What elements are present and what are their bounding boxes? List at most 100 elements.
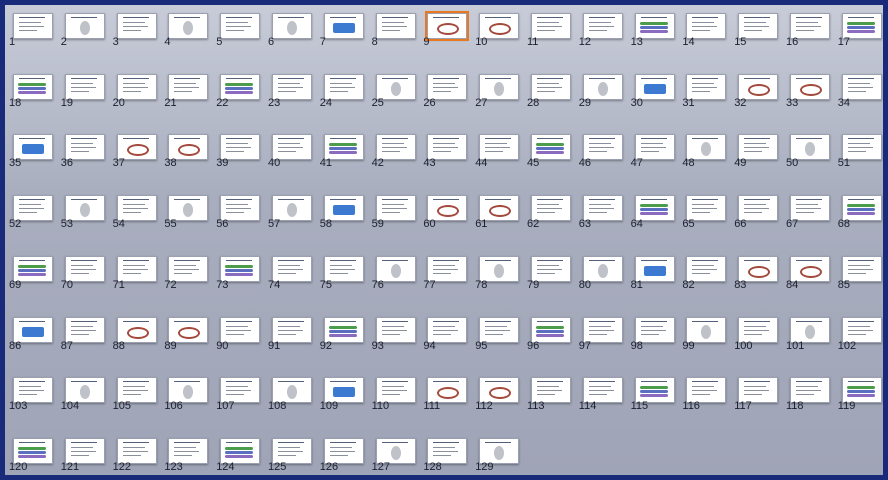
- slide-thumbnail[interactable]: [531, 255, 571, 282]
- slide-thumbnail[interactable]: [220, 73, 261, 100]
- slide-53[interactable]: 53: [61, 193, 113, 253]
- slide-105[interactable]: 105: [113, 375, 165, 435]
- slide-thumbnail[interactable]: [841, 255, 882, 282]
- slide-thumbnail[interactable]: [272, 316, 312, 343]
- slide-thumbnail[interactable]: [116, 255, 157, 282]
- slide-30[interactable]: 30: [631, 72, 683, 132]
- slide-thumbnail[interactable]: [634, 255, 675, 282]
- slide-113[interactable]: 113: [527, 375, 579, 435]
- slide-thumbnail[interactable]: [13, 13, 53, 39]
- slide-54[interactable]: 54: [113, 193, 165, 253]
- slide-90[interactable]: 90: [216, 315, 268, 375]
- slide-33[interactable]: 33: [786, 72, 838, 132]
- slide-29[interactable]: 29: [579, 72, 631, 132]
- slide-thumbnail[interactable]: [375, 255, 416, 282]
- slide-49[interactable]: 49: [734, 132, 786, 192]
- slide-129[interactable]: 129: [475, 436, 527, 475]
- slide-92[interactable]: 92: [320, 315, 372, 375]
- slide-thumbnail[interactable]: [582, 316, 623, 343]
- slide-67[interactable]: 67: [786, 193, 838, 253]
- slide-24[interactable]: 24: [320, 72, 372, 132]
- slide-thumbnail[interactable]: [686, 255, 727, 282]
- slide-13[interactable]: 13: [631, 11, 683, 71]
- slide-thumbnail[interactable]: [323, 316, 364, 343]
- slide-37[interactable]: 37: [113, 132, 165, 192]
- slide-64[interactable]: 64: [631, 193, 683, 253]
- slide-56[interactable]: 56: [216, 193, 268, 253]
- slide-thumbnail[interactable]: [116, 316, 157, 343]
- slide-40[interactable]: 40: [268, 132, 320, 192]
- slide-6[interactable]: 6: [268, 11, 320, 71]
- slide-20[interactable]: 20: [113, 72, 165, 132]
- slide-thumbnail[interactable]: [427, 316, 468, 343]
- slide-thumbnail-grid[interactable]: 1 2 3 4 5 6 7 8 9 10 11 12 13 14 15 16 17 18 19 20 21 22 23 24 2…: [5, 5, 883, 475]
- slide-thumbnail[interactable]: [531, 73, 571, 100]
- slide-61[interactable]: 61: [475, 193, 527, 253]
- slide-75[interactable]: 75: [320, 254, 372, 314]
- slide-78[interactable]: 78: [475, 254, 527, 314]
- slide-28[interactable]: 28: [527, 72, 579, 132]
- slide-63[interactable]: 63: [579, 193, 631, 253]
- slide-thumbnail[interactable]: [116, 73, 157, 100]
- slide-97[interactable]: 97: [579, 315, 631, 375]
- slide-thumbnail[interactable]: [427, 437, 468, 464]
- slide-32[interactable]: 32: [734, 72, 786, 132]
- slide-39[interactable]: 39: [216, 132, 268, 192]
- slide-9[interactable]: 9: [423, 11, 475, 71]
- slide-81[interactable]: 81: [631, 254, 683, 314]
- slide-21[interactable]: 21: [164, 72, 216, 132]
- slide-125[interactable]: 125: [268, 436, 320, 475]
- slide-11[interactable]: 11: [527, 11, 579, 71]
- slide-122[interactable]: 122: [113, 436, 165, 475]
- slide-thumbnail[interactable]: [323, 437, 364, 464]
- slide-thumbnail[interactable]: [634, 316, 675, 343]
- slide-93[interactable]: 93: [372, 315, 424, 375]
- slide-thumbnail[interactable]: [582, 73, 623, 100]
- slide-99[interactable]: 99: [682, 315, 734, 375]
- slide-106[interactable]: 106: [164, 375, 216, 435]
- slide-22[interactable]: 22: [216, 72, 268, 132]
- slide-thumbnail[interactable]: [375, 316, 416, 343]
- slide-thumbnail[interactable]: [116, 13, 157, 39]
- slide-thumbnail[interactable]: [790, 73, 830, 100]
- slide-2[interactable]: 2: [61, 11, 113, 71]
- slide-15[interactable]: 15: [734, 11, 786, 71]
- slide-76[interactable]: 76: [372, 254, 424, 314]
- slide-thumbnail[interactable]: [375, 13, 416, 39]
- slide-80[interactable]: 80: [579, 254, 631, 314]
- slide-thumbnail[interactable]: [13, 73, 53, 100]
- slide-35[interactable]: 35: [9, 132, 61, 192]
- slide-59[interactable]: 59: [372, 193, 424, 253]
- slide-thumbnail[interactable]: [13, 255, 53, 282]
- slide-3[interactable]: 3: [113, 11, 165, 71]
- slide-thumbnail[interactable]: [13, 316, 53, 343]
- slide-41[interactable]: 41: [320, 132, 372, 192]
- slide-thumbnail[interactable]: [116, 437, 157, 464]
- slide-thumbnail[interactable]: [323, 255, 364, 282]
- slide-thumbnail[interactable]: [738, 73, 779, 100]
- slide-117[interactable]: 117: [734, 375, 786, 435]
- slide-23[interactable]: 23: [268, 72, 320, 132]
- slide-thumbnail[interactable]: [790, 255, 830, 282]
- slide-102[interactable]: 102: [838, 315, 883, 375]
- slide-94[interactable]: 94: [423, 315, 475, 375]
- slide-thumbnail[interactable]: [427, 255, 468, 282]
- slide-16[interactable]: 16: [786, 11, 838, 71]
- slide-thumbnail[interactable]: [168, 73, 209, 100]
- slide-10[interactable]: 10: [475, 11, 527, 71]
- slide-thumbnail[interactable]: [220, 13, 261, 39]
- slide-thumbnail[interactable]: [323, 13, 364, 39]
- slide-100[interactable]: 100: [734, 315, 786, 375]
- slide-4[interactable]: 4: [164, 11, 216, 71]
- slide-87[interactable]: 87: [61, 315, 113, 375]
- slide-thumbnail[interactable]: [64, 255, 105, 282]
- slide-thumbnail[interactable]: [168, 437, 209, 464]
- slide-8[interactable]: 8: [372, 11, 424, 71]
- slide-thumbnail[interactable]: [168, 316, 209, 343]
- slide-79[interactable]: 79: [527, 254, 579, 314]
- slide-thumbnail[interactable]: [323, 73, 364, 100]
- slide-110[interactable]: 110: [372, 375, 424, 435]
- slide-thumbnail[interactable]: [427, 73, 468, 100]
- slide-14[interactable]: 14: [682, 11, 734, 71]
- slide-82[interactable]: 82: [682, 254, 734, 314]
